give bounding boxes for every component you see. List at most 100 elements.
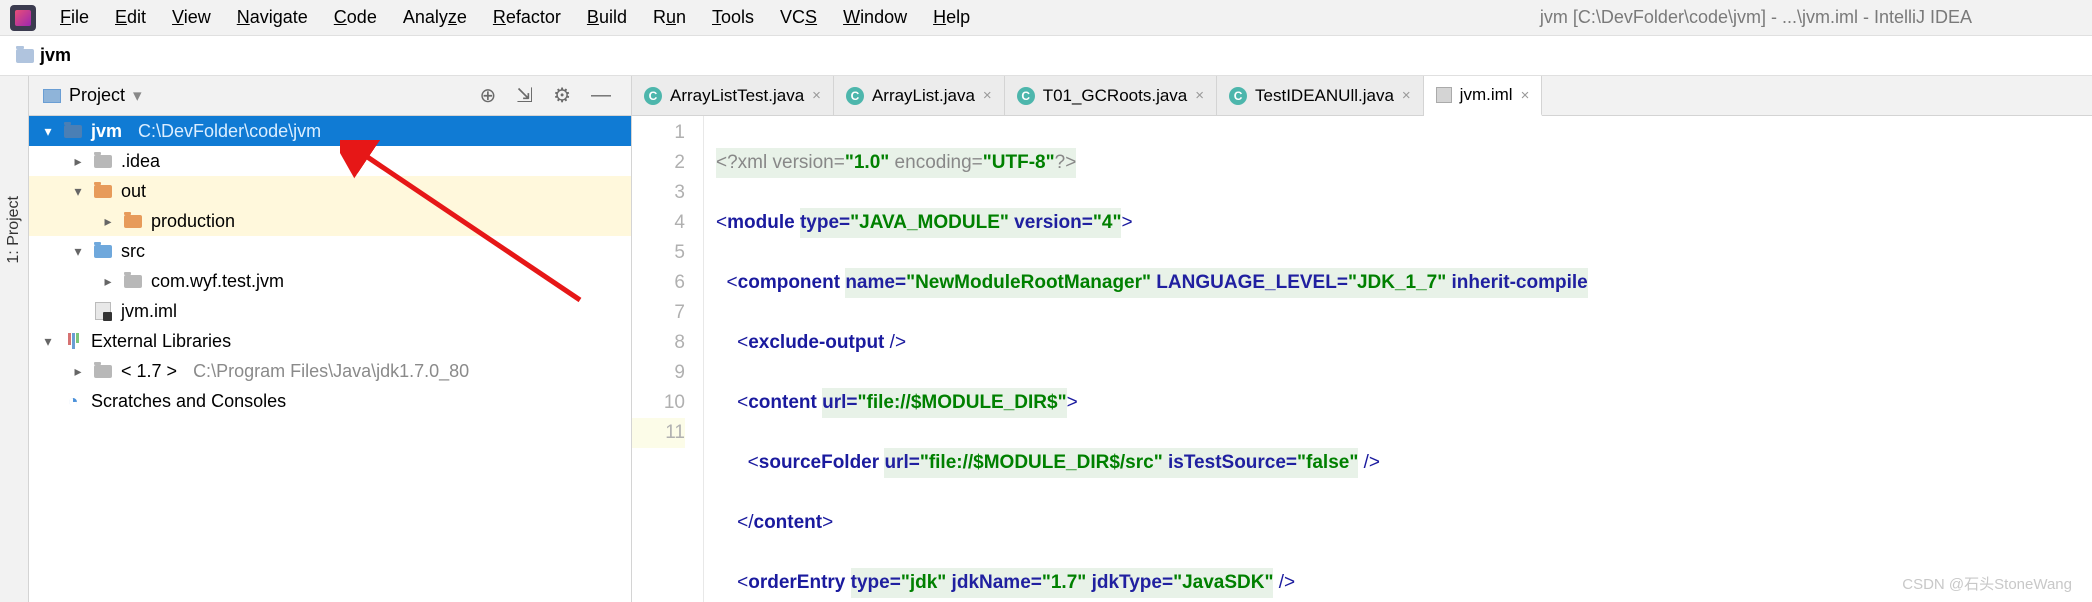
src-folder-icon bbox=[94, 245, 112, 258]
menu-navigate[interactable]: Navigate bbox=[225, 3, 320, 32]
tree-node-label: External Libraries bbox=[91, 331, 231, 352]
menu-refactor[interactable]: Refactor bbox=[481, 3, 573, 32]
class-icon: C bbox=[644, 87, 662, 105]
menu-build[interactable]: Build bbox=[575, 3, 639, 32]
project-tree[interactable]: ▾ jvm C:\DevFolder\code\jvm ▸ .idea ▾ ou… bbox=[29, 116, 631, 602]
code-line: <sourceFolder url="file://$MODULE_DIR$/s… bbox=[716, 448, 2092, 478]
menu-vcs[interactable]: VCS bbox=[768, 3, 829, 32]
close-icon[interactable]: × bbox=[983, 87, 992, 104]
iml-file-icon bbox=[95, 302, 111, 320]
class-icon: C bbox=[1229, 87, 1247, 105]
chevron-right-icon[interactable]: ▸ bbox=[101, 213, 115, 230]
project-view-icon bbox=[43, 89, 61, 103]
close-icon[interactable]: × bbox=[812, 87, 821, 104]
menu-view[interactable]: View bbox=[160, 3, 223, 32]
close-icon[interactable]: × bbox=[1195, 87, 1204, 104]
tree-node-label: jvm.iml bbox=[121, 301, 177, 322]
tree-package[interactable]: ▸ com.wyf.test.jvm bbox=[29, 266, 631, 296]
tab-arraylisttest[interactable]: C ArrayListTest.java × bbox=[632, 76, 834, 115]
editor-area: C ArrayListTest.java × C ArrayList.java … bbox=[632, 76, 2092, 602]
jdk-icon bbox=[94, 365, 112, 378]
chevron-down-icon[interactable]: ▾ bbox=[41, 123, 55, 140]
tree-root-jvm[interactable]: ▾ jvm C:\DevFolder\code\jvm bbox=[29, 116, 631, 146]
out-folder-icon bbox=[94, 185, 112, 198]
tree-jdk[interactable]: ▸ < 1.7 > C:\Program Files\Java\jdk1.7.0… bbox=[29, 356, 631, 386]
breadcrumb-project[interactable]: jvm bbox=[40, 45, 71, 66]
libraries-icon bbox=[68, 333, 79, 349]
chevron-down-icon[interactable]: ▾ bbox=[71, 183, 85, 200]
close-icon[interactable]: × bbox=[1521, 87, 1530, 104]
left-tool-strip[interactable]: 1: Project bbox=[0, 76, 29, 602]
tab-label: TestIDEANUll.java bbox=[1255, 86, 1394, 106]
line-number: 7 bbox=[632, 298, 685, 328]
collapse-icon[interactable]: ⇲ bbox=[510, 83, 539, 108]
line-number: 2 bbox=[632, 148, 685, 178]
tab-jvm-iml[interactable]: jvm.iml × bbox=[1424, 76, 1543, 116]
line-number: 4 bbox=[632, 208, 685, 238]
tree-node-path: C:\Program Files\Java\jdk1.7.0_80 bbox=[185, 361, 469, 382]
line-number: 1 bbox=[632, 118, 685, 148]
menu-code[interactable]: Code bbox=[322, 3, 389, 32]
tab-testideanull[interactable]: C TestIDEANUll.java × bbox=[1217, 76, 1424, 115]
tree-out[interactable]: ▾ out bbox=[29, 176, 631, 206]
menu-file[interactable]: File bbox=[48, 3, 101, 32]
menu-tools[interactable]: Tools bbox=[700, 3, 766, 32]
menu-edit[interactable]: Edit bbox=[103, 3, 158, 32]
line-number: 10 bbox=[632, 388, 685, 418]
class-icon: C bbox=[1017, 87, 1035, 105]
tree-scratches[interactable]: ◔ Scratches and Consoles bbox=[29, 386, 631, 416]
gear-icon[interactable]: ⚙ bbox=[547, 83, 577, 108]
tree-iml-file[interactable]: jvm.iml bbox=[29, 296, 631, 326]
tab-label: ArrayListTest.java bbox=[670, 86, 804, 106]
tree-external-libraries[interactable]: ▾ External Libraries bbox=[29, 326, 631, 356]
tab-arraylist[interactable]: C ArrayList.java × bbox=[834, 76, 1005, 115]
tree-node-label: < 1.7 > bbox=[121, 361, 177, 382]
tree-node-label: Scratches and Consoles bbox=[91, 391, 286, 412]
class-icon: C bbox=[846, 87, 864, 105]
code-editor[interactable]: 1 2 3 4 5 6 7 8 9 10 11 <?xml version="1… bbox=[632, 116, 2092, 602]
menu-analyze[interactable]: Analyze bbox=[391, 3, 479, 32]
tree-node-label: jvm bbox=[91, 121, 122, 142]
code-content[interactable]: <?xml version="1.0" encoding="UTF-8"?> <… bbox=[704, 116, 2092, 602]
tree-node-label: .idea bbox=[121, 151, 160, 172]
line-number: 3 bbox=[632, 178, 685, 208]
tree-idea[interactable]: ▸ .idea bbox=[29, 146, 631, 176]
line-number: 9 bbox=[632, 358, 685, 388]
project-panel-header: Project ▾ ⊕ ⇲ ⚙ — bbox=[29, 76, 631, 116]
line-number: 6 bbox=[632, 268, 685, 298]
tab-label: jvm.iml bbox=[1460, 85, 1513, 105]
menu-run[interactable]: Run bbox=[641, 3, 698, 32]
tree-node-label: out bbox=[121, 181, 146, 202]
package-icon bbox=[124, 275, 142, 288]
intellij-icon bbox=[10, 5, 36, 31]
tab-label: T01_GCRoots.java bbox=[1043, 86, 1188, 106]
code-line: <exclude-output /> bbox=[716, 328, 2092, 358]
editor-tabs: C ArrayListTest.java × C ArrayList.java … bbox=[632, 76, 2092, 116]
tree-production[interactable]: ▸ production bbox=[29, 206, 631, 236]
tree-src[interactable]: ▾ src bbox=[29, 236, 631, 266]
module-folder-icon bbox=[64, 125, 82, 138]
panel-title[interactable]: Project bbox=[69, 85, 125, 106]
iml-file-icon bbox=[1436, 87, 1452, 103]
chevron-down-icon[interactable]: ▾ bbox=[133, 86, 142, 106]
chevron-right-icon[interactable]: ▸ bbox=[101, 273, 115, 290]
tree-node-label: production bbox=[151, 211, 235, 232]
code-line: <orderEntry type="jdk" jdkName="1.7" jdk… bbox=[716, 568, 2092, 598]
tab-gcroots[interactable]: C T01_GCRoots.java × bbox=[1005, 76, 1217, 115]
menu-window[interactable]: Window bbox=[831, 3, 919, 32]
chevron-down-icon[interactable]: ▾ bbox=[71, 243, 85, 260]
locate-icon[interactable]: ⊕ bbox=[474, 83, 503, 108]
project-tool-label[interactable]: 1: Project bbox=[5, 196, 23, 264]
tree-node-label: src bbox=[121, 241, 145, 262]
chevron-right-icon[interactable]: ▸ bbox=[71, 153, 85, 170]
menubar: File Edit View Navigate Code Analyze Ref… bbox=[0, 0, 2092, 36]
hide-icon[interactable]: — bbox=[585, 84, 617, 107]
tree-node-label: com.wyf.test.jvm bbox=[151, 271, 284, 292]
chevron-right-icon[interactable]: ▸ bbox=[71, 363, 85, 380]
close-icon[interactable]: × bbox=[1402, 87, 1411, 104]
chevron-down-icon[interactable]: ▾ bbox=[41, 333, 55, 350]
menu-help[interactable]: Help bbox=[921, 3, 982, 32]
tree-node-path: C:\DevFolder\code\jvm bbox=[130, 121, 321, 142]
folder-icon bbox=[124, 215, 142, 228]
scratches-icon: ◔ bbox=[63, 393, 83, 409]
